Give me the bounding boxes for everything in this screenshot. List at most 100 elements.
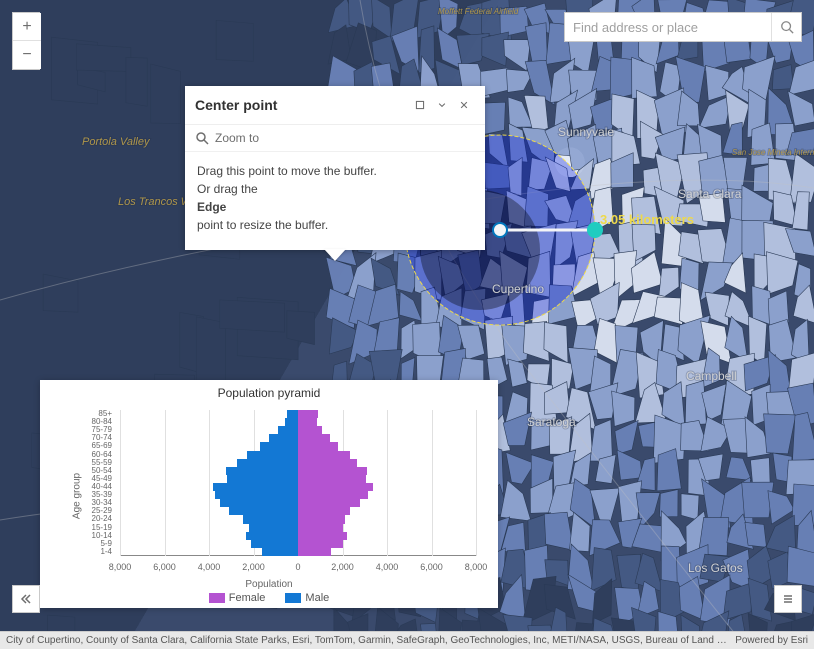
bar-male	[285, 418, 298, 426]
popup: Center point Zoom to Drag this point to …	[185, 86, 485, 250]
pyramid-row	[120, 426, 476, 434]
bar-female	[298, 475, 366, 483]
label-cupertino: Cupertino	[492, 282, 544, 296]
pyramid-row	[120, 410, 476, 418]
bar-female	[298, 467, 367, 475]
label-sj-airport: San Jose Mineta International Airport	[732, 148, 814, 157]
bar-male	[215, 491, 298, 499]
label-sunnyvale: Sunnyvale	[558, 125, 614, 139]
bar-female	[298, 410, 318, 418]
bar-female	[298, 499, 360, 507]
pyramid-row	[120, 515, 476, 523]
close-icon	[459, 98, 469, 112]
popup-title: Center point	[195, 97, 409, 113]
dock-icon	[415, 98, 425, 112]
legend-label-female: Female	[229, 592, 266, 604]
buffer-center-handle[interactable]	[493, 223, 507, 237]
bar-male	[227, 475, 298, 483]
pyramid-row	[120, 491, 476, 499]
popup-close-button[interactable]	[453, 94, 475, 116]
bar-male	[287, 410, 298, 418]
legend-icon	[781, 592, 795, 606]
popup-line2: Or drag the	[197, 182, 258, 196]
bar-female	[298, 426, 322, 434]
bar-female	[298, 434, 330, 442]
bar-male	[237, 459, 298, 467]
label-saratoga: Saratoga	[527, 415, 576, 429]
bar-female	[298, 548, 331, 556]
legend-swatch-male	[285, 593, 301, 603]
bar-male	[229, 507, 298, 515]
bar-female	[298, 451, 350, 459]
buffer-radius-label: 3.05 kilometers	[600, 212, 694, 227]
popup-dock-button[interactable]	[409, 94, 431, 116]
bar-female	[298, 491, 368, 499]
search-button[interactable]	[771, 13, 801, 41]
bar-female	[298, 459, 357, 467]
pyramid-row	[120, 451, 476, 459]
popup-zoom-to[interactable]: Zoom to	[185, 125, 485, 152]
attribution-bar: City of Cupertino, County of Santa Clara…	[0, 631, 814, 649]
label-santa-clara: Santa Clara	[678, 187, 742, 201]
bar-male	[262, 548, 298, 556]
label-portola-valley: Portola Valley	[82, 136, 151, 148]
bar-male	[260, 442, 298, 450]
legend-label-male: Male	[305, 592, 329, 604]
pyramid-row	[120, 434, 476, 442]
bar-male	[226, 467, 298, 475]
bar-male	[247, 451, 298, 459]
bar-female	[298, 483, 373, 491]
pyramid-row	[120, 475, 476, 483]
search-input[interactable]	[565, 20, 771, 35]
popup-zoom-to-label: Zoom to	[215, 131, 259, 145]
bar-male	[269, 434, 298, 442]
label-campbell: Campbell	[686, 369, 737, 383]
zoom-in-button[interactable]: +	[13, 13, 41, 41]
bar-female	[298, 532, 347, 540]
popup-collapse-button[interactable]	[431, 94, 453, 116]
pyramid-row	[120, 442, 476, 450]
bar-female	[298, 540, 343, 548]
legend-swatch-female	[209, 593, 225, 603]
chart-panel: Population pyramid Age group 85+80-8475-…	[40, 380, 498, 608]
pyramid-row	[120, 467, 476, 475]
bar-female	[298, 524, 343, 532]
pyramid-row	[120, 532, 476, 540]
bar-female	[298, 507, 350, 515]
expand-panel-button[interactable]	[12, 585, 40, 613]
popup-edge-word: Edge	[197, 200, 226, 214]
label-moffett: Moffett Federal Airfield	[438, 7, 519, 16]
bar-male	[251, 540, 298, 548]
zoom-control: + −	[12, 12, 40, 70]
legend-toggle-button[interactable]	[774, 585, 802, 613]
chart-title: Population pyramid	[218, 386, 321, 400]
bar-female	[298, 515, 345, 523]
pyramid-row	[120, 483, 476, 491]
chevron-left-double-icon	[19, 592, 33, 606]
bar-female	[298, 418, 317, 426]
bar-male	[246, 532, 298, 540]
bar-male	[243, 515, 298, 523]
search-icon	[780, 20, 794, 34]
attribution-text: City of Cupertino, County of Santa Clara…	[6, 635, 727, 646]
search-widget	[564, 12, 802, 42]
popup-line3: point to resize the buffer.	[197, 218, 328, 232]
chart-legend: Female Male	[209, 590, 330, 604]
label-los-gatos: Los Gatos	[688, 561, 743, 575]
bar-male	[220, 499, 298, 507]
pyramid-row	[120, 418, 476, 426]
population-pyramid: Age group 85+80-8475-7970-7465-6960-6455…	[48, 402, 490, 590]
bar-male	[278, 426, 298, 434]
attribution-powered[interactable]: Powered by Esri	[735, 635, 808, 646]
zoom-to-icon	[195, 131, 209, 145]
bar-male	[213, 483, 298, 491]
pyramid-row	[120, 548, 476, 556]
bar-male	[249, 524, 298, 532]
zoom-out-button[interactable]: −	[13, 41, 41, 69]
pyramid-row	[120, 540, 476, 548]
bar-female	[298, 442, 338, 450]
chart-xlabel: Population	[48, 579, 490, 590]
popup-line1: Drag this point to move the buffer.	[197, 164, 377, 178]
pyramid-row	[120, 524, 476, 532]
chevron-down-icon	[437, 98, 447, 112]
